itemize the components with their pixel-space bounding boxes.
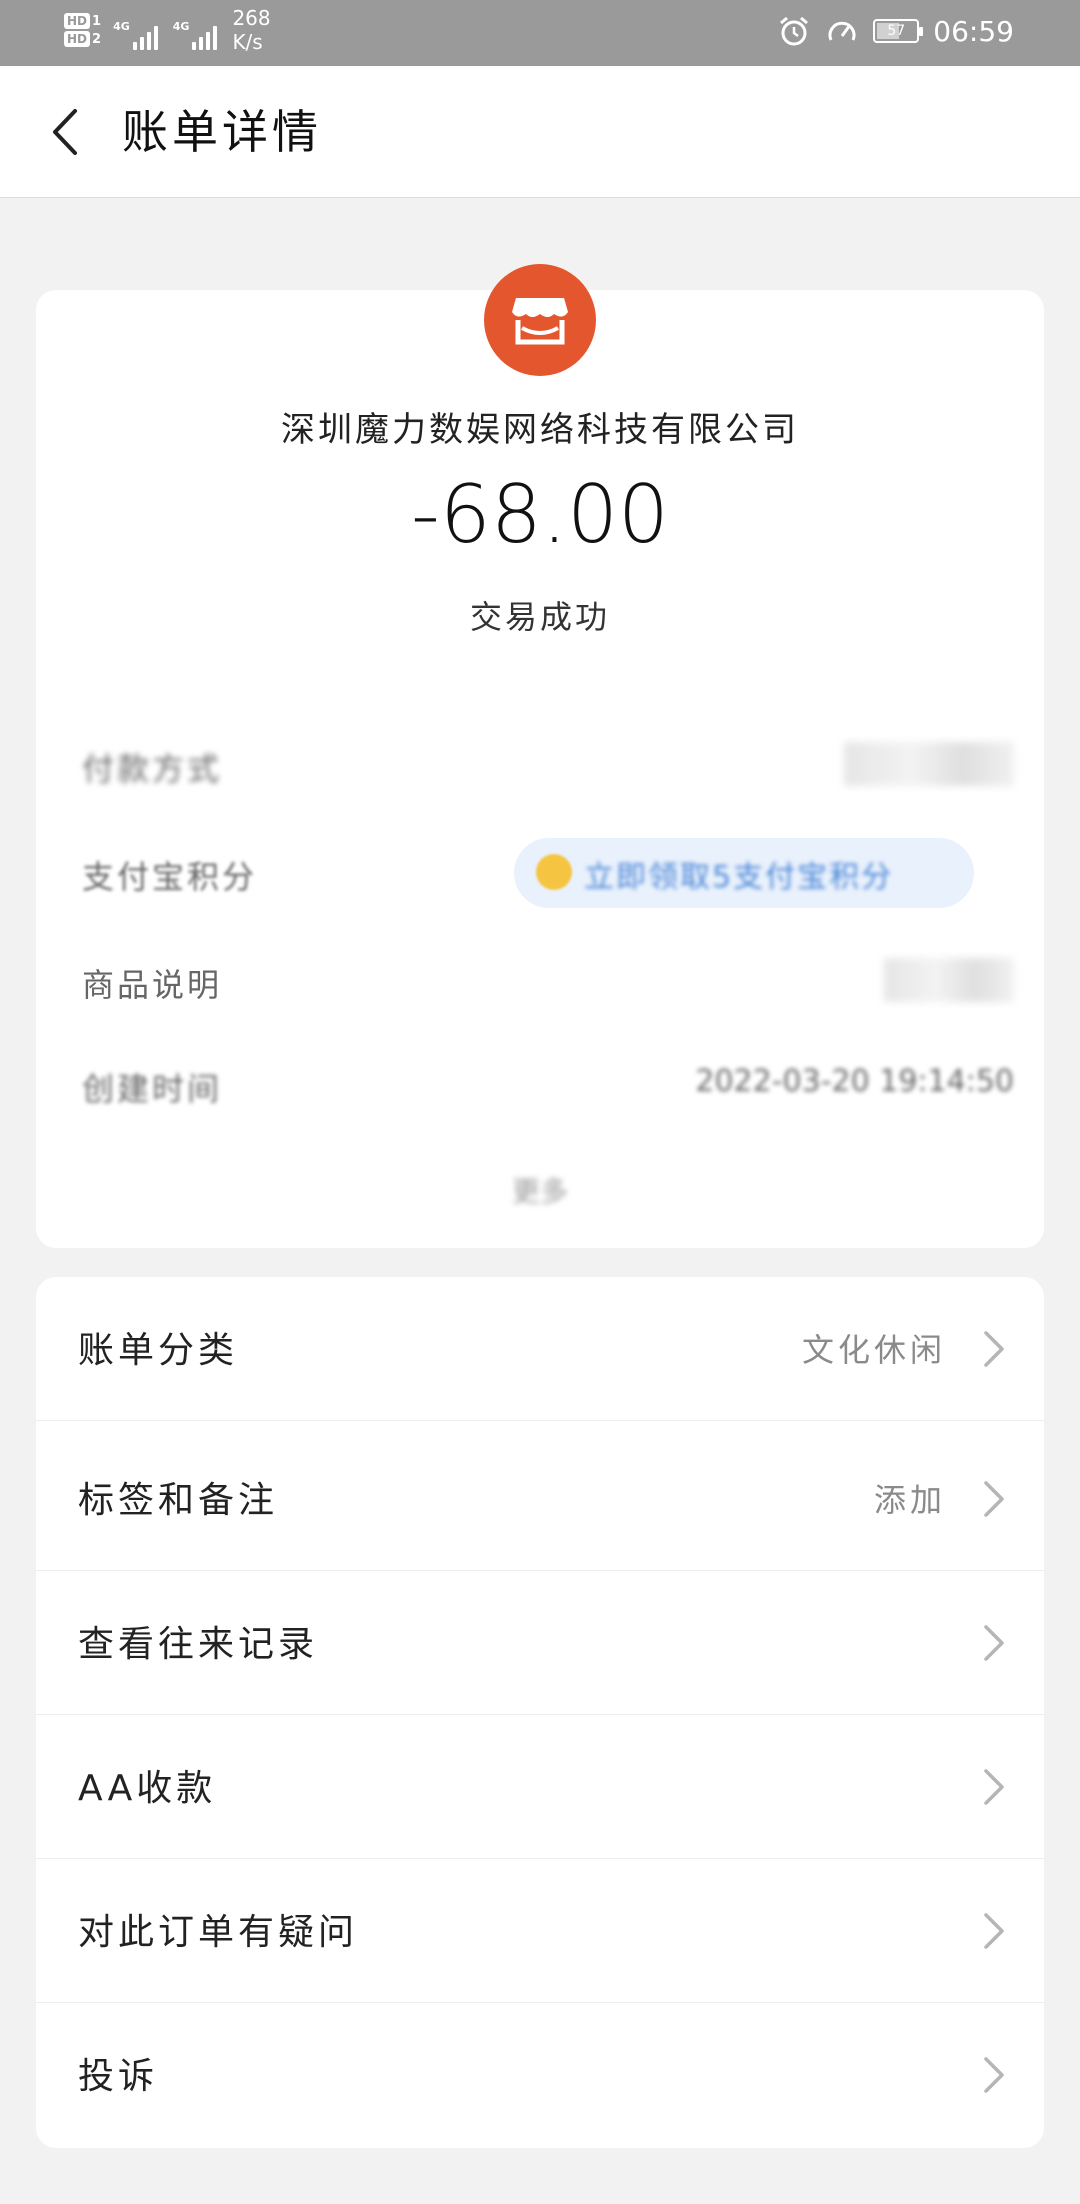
network-type-1: 4G: [113, 20, 130, 33]
chevron-left-icon: [53, 109, 77, 155]
coin-icon: [536, 854, 572, 890]
detail-label-created-time: 创建时间: [82, 1070, 223, 1108]
hd-indicator-2: HD 2: [64, 31, 101, 47]
options-card: 账单分类 文化休闲 标签和备注 添加 查看往来记录 AA收款 对此订单有疑问 投…: [36, 1277, 1044, 2148]
detail-row-product: 商品说明: [82, 946, 1014, 1016]
store-icon: [512, 298, 568, 345]
battery-level-text: 57: [887, 23, 906, 39]
network-type-2: 4G: [172, 20, 190, 33]
detail-row-payment-method[interactable]: 付款方式: [82, 730, 1014, 800]
status-left: HD 1 HD 2 4G 4G 268 K/s: [64, 6, 271, 54]
battery-icon: 57: [873, 19, 924, 43]
menu-label-order-question: 对此订单有疑问: [78, 1912, 359, 1953]
detail-row-created-time: 创建时间 2022-03-20 19:14:50: [82, 1050, 1014, 1120]
created-time-value: 2022-03-20 19:14:50: [695, 1064, 1014, 1099]
redacted-product-desc: [884, 958, 1014, 1002]
detail-label-points: 支付宝积分: [82, 858, 258, 896]
chevron-right-icon: [984, 1625, 1004, 1661]
hd-badge-1: HD: [64, 13, 91, 29]
menu-label-bill-category: 账单分类: [78, 1330, 239, 1371]
transaction-card: 深圳魔力数娱网络科技有限公司 -68.00 交易成功 付款方式 支付宝积分 立即…: [36, 264, 1044, 1248]
menu-item-history[interactable]: 查看往来记录: [36, 1571, 1044, 1715]
chevron-right-icon: [984, 1481, 1004, 1517]
hd-indicator-1: HD 1: [64, 13, 101, 29]
status-bar: HD 1 HD 2 4G 4G 268 K/s 57 06:59: [0, 0, 1080, 66]
menu-item-order-question[interactable]: 对此订单有疑问: [36, 1859, 1044, 2003]
merchant-name: 深圳魔力数娱网络科技有限公司: [281, 410, 799, 450]
detail-label-product: 商品说明: [82, 966, 223, 1004]
menu-item-aa-collect[interactable]: AA收款: [36, 1715, 1044, 1859]
menu-label-complaint: 投诉: [78, 2056, 159, 2097]
menu-label-history: 查看往来记录: [78, 1624, 319, 1665]
chevron-right-icon: [984, 2057, 1004, 2093]
menu-value-tags-notes: 添加: [873, 1481, 946, 1519]
points-promo-pill[interactable]: 立即领取5支付宝积分: [514, 838, 974, 908]
menu-value-bill-category: 文化休闲: [801, 1331, 946, 1369]
menu-item-bill-category[interactable]: 账单分类 文化休闲: [36, 1277, 1044, 1421]
status-clock: 06:59: [933, 14, 1014, 48]
redacted-payment-method: [844, 742, 1014, 786]
menu-label-tags-notes: 标签和备注: [78, 1480, 279, 1521]
alarm-icon: [780, 16, 809, 46]
signal-icon-1: 4G: [113, 10, 161, 50]
detail-label-payment-method: 付款方式: [82, 750, 223, 788]
hd-indicators: HD 1 HD 2: [64, 13, 101, 47]
data-saver-icon: [828, 21, 856, 41]
points-promo-text: 立即领取5支付宝积分: [584, 860, 894, 895]
transaction-amount: -68.00: [411, 468, 669, 561]
detail-row-points: 支付宝积分 立即领取5支付宝积分: [82, 838, 1014, 908]
merchant-logo: [484, 264, 596, 376]
menu-item-tags-notes[interactable]: 标签和备注 添加: [36, 1427, 1044, 1571]
chevron-right-icon: [984, 1769, 1004, 1805]
network-speed-value: 268: [232, 6, 271, 30]
chevron-right-icon: [984, 1913, 1004, 1949]
hd-badge-2: HD: [64, 31, 91, 47]
network-speed-unit: K/s: [232, 30, 263, 54]
hd-num-2: 2: [92, 31, 102, 47]
menu-item-complaint[interactable]: 投诉: [36, 2003, 1044, 2147]
back-button[interactable]: [36, 104, 92, 160]
network-speed: 268 K/s: [232, 6, 270, 54]
status-right: 57 06:59: [777, 14, 1014, 48]
page-title: 账单详情: [122, 105, 322, 159]
chevron-right-icon: [984, 1331, 1004, 1367]
hd-num-1: 1: [92, 13, 102, 29]
app-header: 账单详情: [0, 66, 1080, 198]
menu-label-aa-collect: AA收款: [78, 1768, 217, 1809]
transaction-status: 交易成功: [469, 598, 610, 636]
signal-icon-2: 4G: [173, 10, 221, 50]
more-details-link[interactable]: 更多: [36, 1170, 1044, 1210]
